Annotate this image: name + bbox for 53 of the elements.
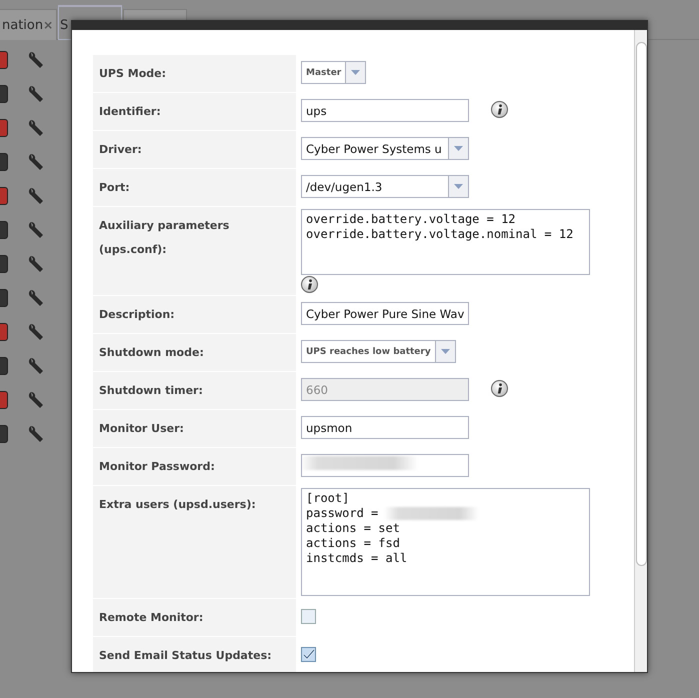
text-line: actions = fsd [306, 536, 400, 551]
text-line: password = [306, 506, 378, 521]
wrench-icon[interactable] [28, 289, 44, 307]
text-line: override.battery.voltage.nominal = 12 [306, 227, 574, 242]
wrench-icon[interactable] [28, 85, 44, 103]
field-label: Port: [93, 169, 296, 206]
caret-icon [454, 146, 463, 151]
wrench-icon[interactable] [28, 323, 44, 341]
text-area[interactable]: override.battery.voltage = 12 override.battery.voltage.nominal = 12 [301, 209, 590, 275]
text-line: actions = set [306, 521, 400, 536]
input-field[interactable]: ups [301, 99, 469, 122]
field-label: Monitor Password: [93, 448, 296, 485]
input-field: 660 [301, 378, 469, 401]
text-line: instcmds = all [306, 551, 408, 566]
tab[interactable]: nation× [0, 9, 57, 40]
caret-icon [440, 349, 450, 354]
text-area[interactable]: [root] password = actions = set actions = fsd instcmds = all [301, 488, 590, 596]
checkbox[interactable] [301, 609, 316, 624]
wrench-icon[interactable] [28, 221, 44, 239]
input-field[interactable] [301, 454, 469, 477]
scrollbar[interactable] [634, 30, 647, 672]
field-label: Remote Monitor: [93, 599, 296, 636]
field-label: Shutdown mode: [93, 334, 296, 371]
field-label: Identifier: [93, 93, 296, 130]
field-label: Description: [93, 296, 296, 333]
wrench-icon[interactable] [28, 153, 44, 171]
dropdown[interactable]: /dev/ugen1.3 [301, 175, 469, 198]
text-line: [root] [306, 491, 350, 506]
info-icon[interactable] [491, 101, 508, 118]
wrench-icon[interactable] [28, 187, 44, 205]
input-field[interactable]: upsmon [301, 416, 469, 439]
field-label: Send Email Status Updates: [93, 637, 296, 672]
caret-icon [351, 70, 360, 75]
dropdown[interactable]: Master [301, 61, 366, 84]
field-label: Shutdown timer: [93, 372, 296, 409]
field-label: UPS Mode: [93, 55, 296, 92]
field-label: Auxiliary parameters (ups.conf): [93, 207, 296, 295]
wrench-icon[interactable] [28, 51, 44, 69]
wrench-icon[interactable] [28, 425, 44, 443]
dropdown[interactable]: UPS reaches low battery [301, 340, 456, 363]
text-line: override.battery.voltage = 12 [306, 212, 516, 227]
checkbox[interactable] [301, 647, 316, 662]
wrench-icon[interactable] [28, 357, 44, 375]
caret-icon [454, 184, 463, 189]
field-label: Driver: [93, 131, 296, 168]
info-icon[interactable] [301, 276, 318, 293]
wrench-icon[interactable] [28, 391, 44, 409]
wrench-icon[interactable] [28, 255, 44, 273]
dropdown[interactable]: Cyber Power Systems u [301, 137, 469, 160]
field-label: Monitor User: [93, 410, 296, 447]
input-field[interactable]: Cyber Power Pure Sine Wav [301, 302, 469, 325]
wrench-icon[interactable] [28, 119, 44, 137]
field-label: Extra users (upsd.users): [93, 486, 296, 598]
